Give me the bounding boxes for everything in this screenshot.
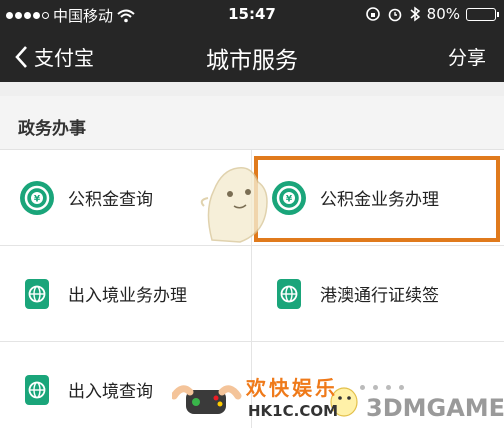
service-label: 公积金查询	[68, 190, 153, 210]
section-divider	[0, 82, 504, 96]
service-label: 出入境业务办理	[68, 286, 187, 306]
status-bar: 中国移动 15:47 80%	[0, 0, 504, 30]
fund-coin-icon: ¥	[272, 180, 306, 215]
page-indicator	[360, 385, 404, 390]
status-right: 80%	[365, 5, 499, 23]
service-item[interactable]: 港澳通行证续签	[252, 246, 504, 342]
alarm-icon	[388, 8, 401, 22]
globe-card-icon	[277, 278, 301, 309]
svg-text:¥: ¥	[286, 194, 293, 204]
page-title: 城市服务	[206, 48, 298, 74]
share-button[interactable]: 分享	[448, 43, 486, 70]
service-item[interactable]: 出入境查询	[0, 342, 252, 428]
watermark-brand: 3DMGAME	[366, 394, 504, 422]
globe-card-icon	[25, 278, 49, 309]
battery-percent: 80%	[426, 5, 460, 23]
service-item[interactable]: ¥ 公积金查询	[0, 150, 252, 246]
service-item[interactable]: ¥ 公积金业务办理	[252, 150, 504, 246]
watermark-kuaile: 欢快娱乐	[246, 376, 338, 400]
service-label: 港澳通行证续签	[320, 286, 439, 306]
battery-icon	[466, 7, 499, 21]
section-title: 政务办事	[18, 119, 86, 139]
service-item[interactable]: 出入境业务办理	[0, 246, 252, 342]
globe-card-icon	[25, 374, 49, 405]
section-header: 政务办事	[0, 96, 504, 150]
bluetooth-icon	[410, 6, 420, 22]
service-label: 出入境查询	[68, 382, 153, 402]
service-label: 公积金业务办理	[320, 190, 439, 210]
watermark-site: HK1C.COM	[248, 402, 339, 420]
fund-coin-icon: ¥	[20, 180, 54, 215]
orientation-lock-icon	[365, 7, 380, 21]
nav-bar: 支付宝 城市服务 分享	[0, 30, 504, 82]
svg-text:¥: ¥	[34, 194, 41, 204]
